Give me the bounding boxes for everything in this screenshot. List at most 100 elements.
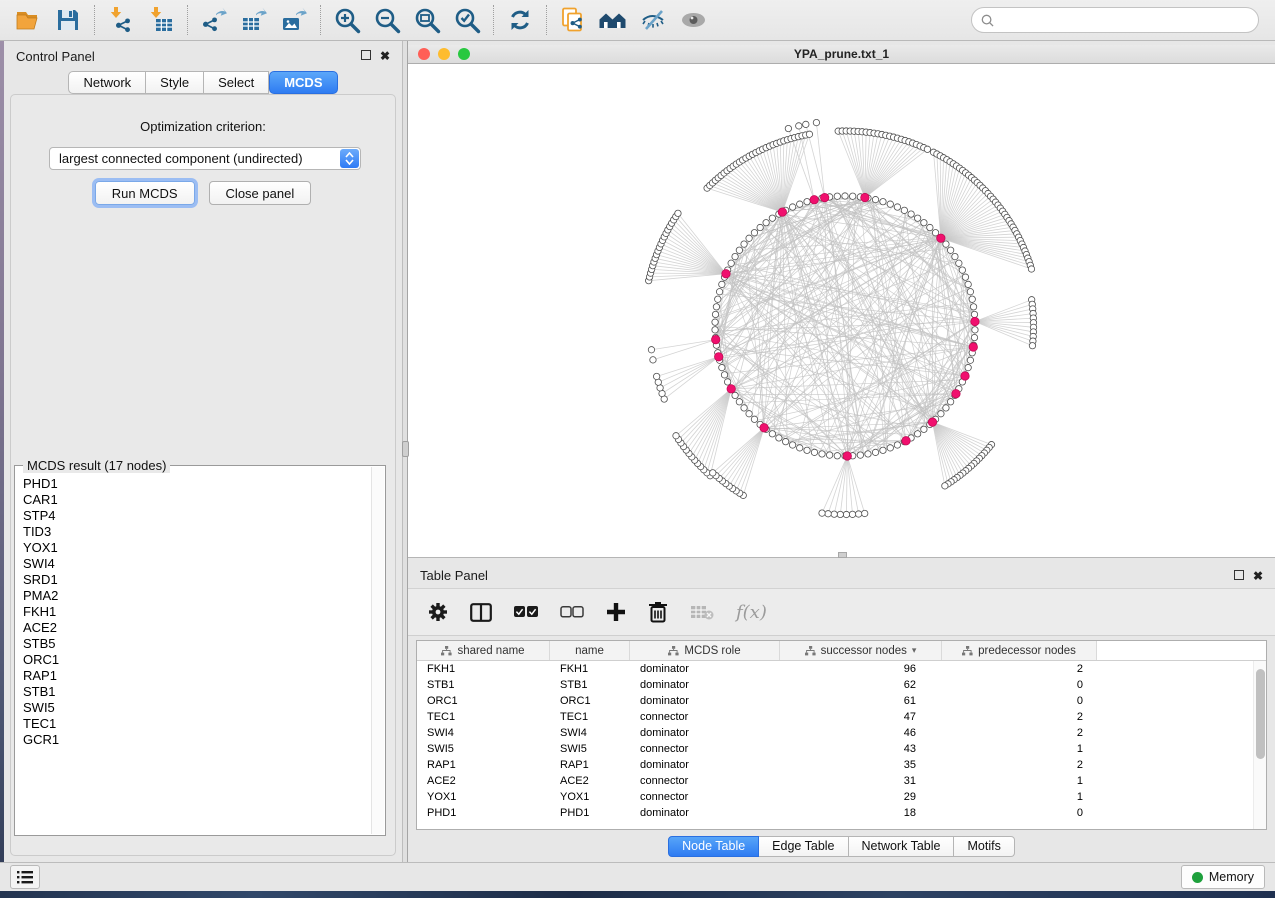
mcds-result-list[interactable]: PHD1CAR1STP4TID3YOX1SWI4SRD1PMA2FKH1ACE2… xyxy=(16,467,371,834)
canvas-splitter-handle[interactable] xyxy=(838,552,847,558)
table-row[interactable]: STB1STB1dominator620 xyxy=(417,677,1266,693)
mcds-result-scrollbar[interactable] xyxy=(371,467,384,834)
table-row[interactable]: PHD1PHD1dominator180 xyxy=(417,805,1266,821)
export-image-icon[interactable] xyxy=(274,3,314,37)
cell-MCDS-role: dominator xyxy=(630,807,780,819)
column-header-successor-nodes[interactable]: successor nodes▾ xyxy=(780,641,942,660)
panel-splitter[interactable] xyxy=(402,41,408,862)
column-header-shared-name[interactable]: shared name xyxy=(417,641,550,660)
table-row[interactable]: SWI4SWI4dominator462 xyxy=(417,725,1266,741)
float-panel-icon[interactable] xyxy=(361,50,371,62)
tab-node-table[interactable]: Node Table xyxy=(668,836,759,857)
add-row-icon[interactable] xyxy=(606,599,626,625)
mcds-result-item[interactable]: STB5 xyxy=(16,636,371,652)
zoom-fit-icon[interactable] xyxy=(407,3,447,37)
hide-selected-icon[interactable] xyxy=(633,3,673,37)
export-network-icon[interactable] xyxy=(194,3,234,37)
import-network-icon[interactable] xyxy=(101,3,141,37)
cell-successor-nodes: 96 xyxy=(780,663,942,675)
zoom-in-icon[interactable] xyxy=(327,3,367,37)
refresh-icon[interactable] xyxy=(500,3,540,37)
table-scrollbar[interactable] xyxy=(1253,661,1266,829)
cell-shared-name: ORC1 xyxy=(417,695,550,707)
toolbar-separator xyxy=(546,5,547,35)
mcds-result-item[interactable]: PHD1 xyxy=(16,476,371,492)
task-history-button[interactable] xyxy=(10,865,40,889)
table-row[interactable]: FKH1FKH1dominator962 xyxy=(417,661,1266,677)
table-row[interactable]: RAP1RAP1dominator352 xyxy=(417,757,1266,773)
mcds-result-item[interactable]: PMA2 xyxy=(16,588,371,604)
tab-select[interactable]: Select xyxy=(204,71,269,94)
zoom-out-icon[interactable] xyxy=(367,3,407,37)
mcds-result-item[interactable]: SWI4 xyxy=(16,556,371,572)
mcds-result-item[interactable]: RAP1 xyxy=(16,668,371,684)
zoom-selected-icon[interactable] xyxy=(447,3,487,37)
mcds-result-item[interactable]: ACE2 xyxy=(16,620,371,636)
mcds-result-item[interactable]: STB1 xyxy=(16,684,371,700)
tab-motifs[interactable]: Motifs xyxy=(954,836,1014,857)
hierarchy-icon xyxy=(962,646,973,656)
table-tabs: Node TableEdge TableNetwork TableMotifs xyxy=(408,830,1275,862)
cell-predecessor-nodes: 0 xyxy=(942,695,1097,707)
mcds-result-item[interactable]: FKH1 xyxy=(16,604,371,620)
column-label: MCDS role xyxy=(684,645,740,657)
network-window-titlebar[interactable]: YPA_prune.txt_1 xyxy=(408,45,1275,64)
control-panel-tabbar: NetworkStyleSelectMCDS xyxy=(4,71,402,94)
export-table-icon[interactable] xyxy=(234,3,274,37)
show-all-icon[interactable] xyxy=(673,3,713,37)
first-neighbors-icon[interactable] xyxy=(593,3,633,37)
close-panel-icon[interactable]: ✖ xyxy=(380,50,390,62)
table-row[interactable]: TEC1TEC1connector472 xyxy=(417,709,1266,725)
select-all-icon[interactable] xyxy=(514,599,538,625)
cell-shared-name: SWI4 xyxy=(417,727,550,739)
tab-mcds[interactable]: MCDS xyxy=(269,71,337,94)
float-table-panel-icon[interactable] xyxy=(1234,570,1244,582)
save-session-icon[interactable] xyxy=(48,3,88,37)
mcds-result-item[interactable]: TEC1 xyxy=(16,716,371,732)
mcds-result-item[interactable]: YOX1 xyxy=(16,540,371,556)
splitter-handle[interactable] xyxy=(402,441,409,457)
table-scrollbar-thumb[interactable] xyxy=(1256,669,1265,759)
header-filler xyxy=(1097,641,1266,660)
tab-network-table[interactable]: Network Table xyxy=(849,836,955,857)
cell-MCDS-role: connector xyxy=(630,775,780,787)
hierarchy-icon xyxy=(441,646,452,656)
cell-successor-nodes: 35 xyxy=(780,759,942,771)
search-input[interactable] xyxy=(1000,13,1249,28)
mcds-result-item[interactable]: SWI5 xyxy=(16,700,371,716)
network-canvas[interactable] xyxy=(408,64,1275,558)
column-label: successor nodes xyxy=(821,645,907,657)
close-table-panel-icon[interactable]: ✖ xyxy=(1253,570,1263,582)
run-mcds-button[interactable]: Run MCDS xyxy=(95,181,195,205)
mcds-result-item[interactable]: GCR1 xyxy=(16,732,371,748)
cell-name: FKH1 xyxy=(550,663,630,675)
cell-successor-nodes: 61 xyxy=(780,695,942,707)
memory-button[interactable]: Memory xyxy=(1181,865,1265,889)
clone-network-icon[interactable] xyxy=(553,3,593,37)
mcds-result-item[interactable]: STP4 xyxy=(16,508,371,524)
mcds-result-item[interactable]: TID3 xyxy=(16,524,371,540)
mcds-result-item[interactable]: CAR1 xyxy=(16,492,371,508)
tab-network[interactable]: Network xyxy=(68,71,146,94)
deselect-all-icon[interactable] xyxy=(560,599,584,625)
mcds-result-item[interactable]: ORC1 xyxy=(16,652,371,668)
settings-icon[interactable] xyxy=(428,599,448,625)
column-header-predecessor-nodes[interactable]: predecessor nodes xyxy=(942,641,1097,660)
close-panel-button[interactable]: Close panel xyxy=(209,181,312,205)
search-box[interactable] xyxy=(971,7,1259,33)
cell-successor-nodes: 46 xyxy=(780,727,942,739)
tab-edge-table[interactable]: Edge Table xyxy=(759,836,848,857)
open-file-icon[interactable] xyxy=(8,3,48,37)
column-header-name[interactable]: name xyxy=(550,641,630,660)
import-table-icon[interactable] xyxy=(141,3,181,37)
show-columns-icon[interactable] xyxy=(470,599,492,625)
column-header-MCDS-role[interactable]: MCDS role xyxy=(630,641,780,660)
delete-row-icon[interactable] xyxy=(648,599,668,625)
table-row[interactable]: SWI5SWI5connector431 xyxy=(417,741,1266,757)
optimization-criterion-select[interactable]: largest connected component (undirected) xyxy=(49,147,361,170)
table-row[interactable]: YOX1YOX1connector291 xyxy=(417,789,1266,805)
table-row[interactable]: ORC1ORC1dominator610 xyxy=(417,693,1266,709)
mcds-result-item[interactable]: SRD1 xyxy=(16,572,371,588)
tab-style[interactable]: Style xyxy=(146,71,204,94)
table-row[interactable]: ACE2ACE2connector311 xyxy=(417,773,1266,789)
